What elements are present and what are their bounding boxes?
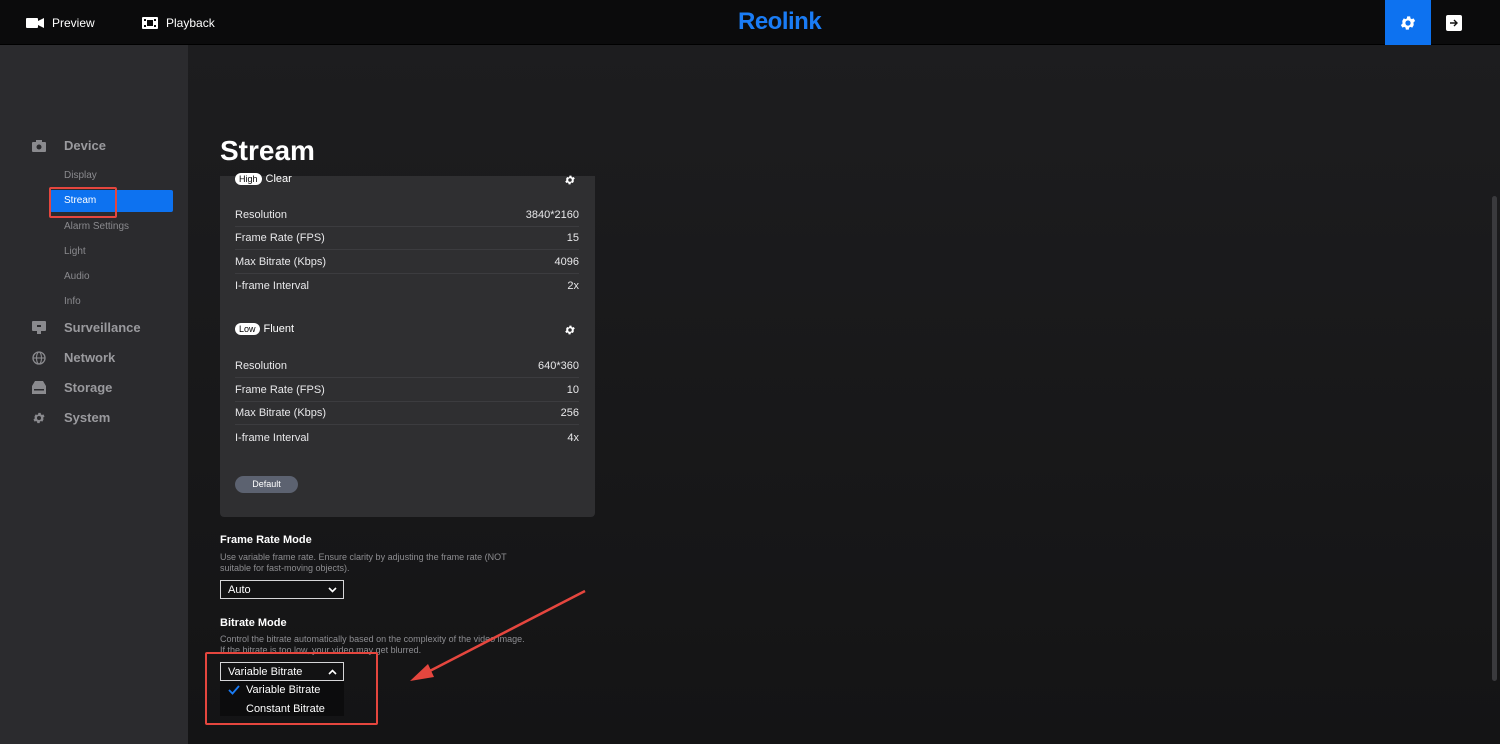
bitrate-mode-title: Bitrate Mode xyxy=(220,617,287,629)
row-value: 640*360 xyxy=(538,360,579,372)
sidebar-group-device[interactable]: Device xyxy=(32,138,106,153)
sidebar-group-label: Storage xyxy=(64,380,113,395)
row-label: I-frame Interval xyxy=(235,279,309,292)
sidebar-group-surveillance[interactable]: Surveillance xyxy=(32,320,141,335)
monitor-icon xyxy=(32,321,46,335)
low-stream-settings-gear-icon[interactable] xyxy=(563,323,577,337)
globe-icon xyxy=(32,350,46,365)
dropdown-option-constant-bitrate[interactable]: Constant Bitrate xyxy=(246,703,325,715)
high-iframe-interval-row: I-frame Interval 2x xyxy=(235,274,579,297)
film-icon xyxy=(142,16,158,29)
preview-label: Preview xyxy=(52,15,95,30)
playback-label: Playback xyxy=(166,15,215,30)
low-stream-header: Low Fluent xyxy=(235,323,294,335)
sidebar-item-info[interactable]: Info xyxy=(64,296,81,307)
frame-rate-mode-title: Frame Rate Mode xyxy=(220,534,312,546)
select-value: Auto xyxy=(228,583,251,596)
sidebar-item-alarm-settings[interactable]: Alarm Settings xyxy=(64,221,129,232)
gear-icon xyxy=(32,411,46,425)
high-stream-header: High Clear xyxy=(235,173,292,185)
camera-icon xyxy=(32,139,46,153)
high-max-bitrate-row: Max Bitrate (Kbps) 4096 xyxy=(235,251,579,274)
preview-nav-button[interactable]: Preview xyxy=(26,0,95,45)
row-value: 256 xyxy=(560,407,579,419)
row-label: I-frame Interval xyxy=(235,431,309,444)
sidebar-group-network[interactable]: Network xyxy=(32,350,115,365)
low-badge: Low xyxy=(235,323,260,335)
low-stream-name: Fluent xyxy=(263,323,295,335)
row-value: 2x xyxy=(567,279,579,292)
sidebar-group-label: Network xyxy=(64,350,116,365)
high-resolution-row: Resolution 3840*2160 xyxy=(235,204,579,227)
bitrate-mode-dropdown: Variable Bitrate Constant Bitrate xyxy=(220,681,344,716)
settings-button[interactable] xyxy=(1385,0,1431,45)
reolink-logo: Reolink xyxy=(738,8,822,35)
video-camera-icon xyxy=(26,17,44,28)
row-label: Max Bitrate (Kbps) xyxy=(235,407,327,419)
scrollbar-thumb[interactable] xyxy=(1492,196,1497,681)
chevron-up-icon xyxy=(328,668,337,675)
high-stream-name: Clear xyxy=(265,173,292,185)
sidebar-item-stream[interactable]: Stream xyxy=(50,190,173,212)
bitrate-mode-description: Control the bitrate automatically based … xyxy=(220,634,525,655)
sidebar-item-light[interactable]: Light xyxy=(64,246,86,257)
dropdown-option-variable-bitrate[interactable]: Variable Bitrate xyxy=(246,684,320,696)
bitrate-mode-select[interactable]: Variable Bitrate xyxy=(220,662,344,681)
sidebar-item-audio[interactable]: Audio xyxy=(64,271,90,282)
row-label: Resolution xyxy=(235,209,287,221)
high-stream-settings-gear-icon[interactable] xyxy=(563,173,577,187)
sidebar-group-label: Surveillance xyxy=(64,320,141,335)
select-value: Variable Bitrate xyxy=(228,665,303,678)
row-label: Frame Rate (FPS) xyxy=(235,232,325,244)
row-value: 15 xyxy=(566,232,579,244)
logout-button[interactable] xyxy=(1431,0,1477,45)
frame-rate-mode-description: Use variable frame rate. Ensure clarity … xyxy=(220,552,507,573)
high-badge: High xyxy=(235,173,262,185)
low-frame-rate-row: Frame Rate (FPS) 10 xyxy=(235,379,579,402)
page-title: Stream xyxy=(220,135,315,166)
row-label: Frame Rate (FPS) xyxy=(235,384,325,396)
default-button[interactable]: Default xyxy=(235,476,298,493)
high-frame-rate-row: Frame Rate (FPS) 15 xyxy=(235,227,579,250)
row-value: 4x xyxy=(567,431,579,444)
frame-rate-mode-select[interactable]: Auto xyxy=(220,580,344,599)
sidebar-group-system[interactable]: System xyxy=(32,410,110,425)
gear-icon xyxy=(1400,15,1416,30)
sidebar-group-label: Device xyxy=(64,138,106,153)
playback-nav-button[interactable]: Playback xyxy=(142,0,215,45)
row-value: 10 xyxy=(566,384,579,396)
top-bar: Preview Playback Reolink xyxy=(0,0,1500,45)
chevron-down-icon xyxy=(328,586,337,593)
row-label: Max Bitrate (Kbps) xyxy=(235,256,327,268)
logout-icon xyxy=(1446,14,1462,31)
low-iframe-interval-row: I-frame Interval 4x xyxy=(235,426,579,449)
sidebar-group-storage[interactable]: Storage xyxy=(32,380,112,395)
row-value: 4096 xyxy=(554,256,579,268)
low-max-bitrate-row: Max Bitrate (Kbps) 256 xyxy=(235,402,579,425)
row-value: 3840*2160 xyxy=(525,209,579,221)
low-resolution-row: Resolution 640*360 xyxy=(235,355,579,378)
sidebar-group-label: System xyxy=(64,410,111,425)
checkmark-icon xyxy=(228,685,240,695)
row-label: Resolution xyxy=(235,360,287,372)
storage-icon xyxy=(32,381,46,395)
sidebar-item-display[interactable]: Display xyxy=(64,170,97,181)
